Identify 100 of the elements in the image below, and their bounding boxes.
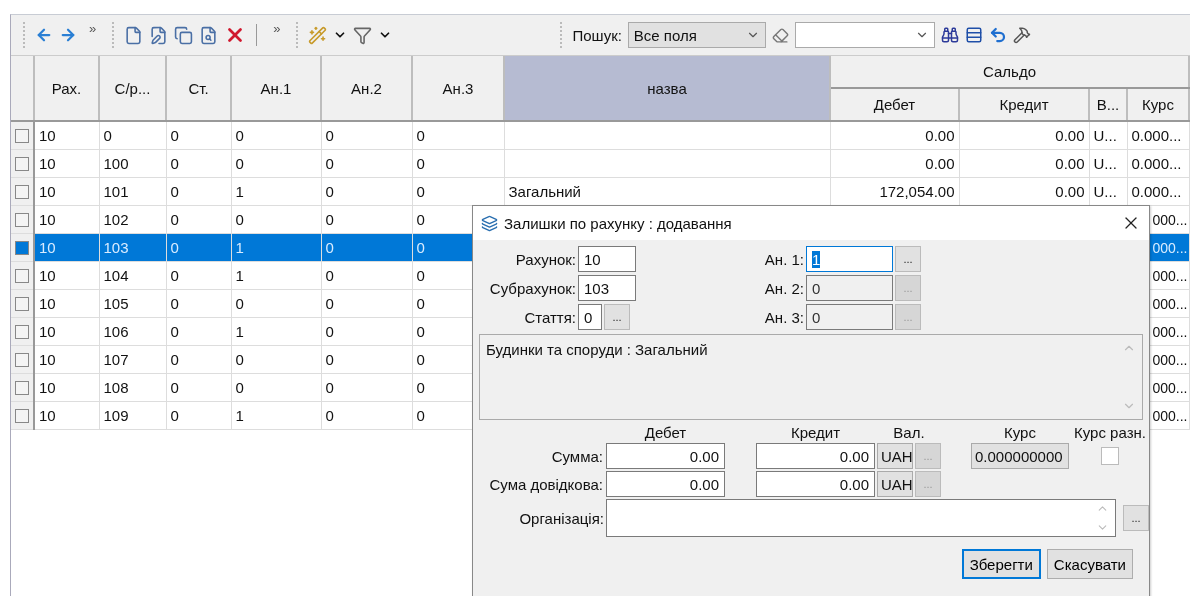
table-cell: 0 bbox=[166, 289, 231, 318]
table-cell: 0 bbox=[412, 121, 504, 150]
field-label: Ан. 2: bbox=[763, 279, 804, 297]
column-group-header: Сальдо bbox=[830, 56, 1189, 88]
currency-field[interactable]: UAH bbox=[877, 471, 913, 497]
lookup-button[interactable]: ... bbox=[1123, 505, 1149, 531]
table-cell: 0 bbox=[231, 121, 321, 150]
row-indicator[interactable] bbox=[15, 352, 29, 367]
toolbar-overflow[interactable]: » bbox=[267, 21, 287, 36]
table-cell: 0 bbox=[231, 149, 321, 178]
column-header[interactable]: Ан.2 bbox=[321, 56, 412, 121]
table-cell: 10 bbox=[34, 261, 99, 290]
table-cell: 0.00 bbox=[959, 177, 1089, 206]
wand-icon[interactable] bbox=[308, 25, 328, 45]
table-cell: 0 bbox=[321, 177, 412, 206]
toolbar-overflow[interactable]: » bbox=[83, 21, 103, 36]
table-cell: 10 bbox=[34, 373, 99, 402]
column-header[interactable]: Рах. bbox=[34, 56, 99, 121]
row-indicator[interactable] bbox=[15, 324, 29, 339]
table-cell: 105 bbox=[99, 289, 166, 318]
row-indicator[interactable] bbox=[15, 184, 29, 199]
list-icon[interactable] bbox=[964, 26, 983, 44]
table-cell: 0 bbox=[166, 401, 231, 430]
search-field[interactable] bbox=[794, 22, 935, 48]
table-cell: 106 bbox=[99, 317, 166, 346]
table-cell: 10 bbox=[34, 205, 99, 234]
table-cell: 10 bbox=[34, 345, 99, 374]
column-header[interactable]: С/р... bbox=[99, 56, 166, 121]
cancel-button[interactable]: Скасувати bbox=[1046, 549, 1133, 579]
column-header[interactable]: Дебет bbox=[830, 88, 959, 121]
table-cell: 0 bbox=[166, 233, 231, 262]
table-cell: 0 bbox=[166, 317, 231, 346]
amount-field[interactable]: 0.00 bbox=[606, 471, 725, 497]
table-cell: 0 bbox=[321, 345, 412, 374]
row-indicator[interactable] bbox=[15, 128, 29, 143]
column-header[interactable]: Кредит bbox=[959, 88, 1089, 121]
table-cell: 103 bbox=[99, 233, 166, 262]
column-label: Дебет bbox=[643, 424, 688, 441]
field-label: Рахунок: bbox=[514, 250, 576, 268]
text-field[interactable]: 103 bbox=[578, 275, 636, 301]
column-label: Вал. bbox=[892, 424, 926, 441]
column-header[interactable]: Ан.1 bbox=[231, 56, 321, 121]
field-label: Ан. 1: bbox=[763, 250, 804, 268]
checkbox[interactable] bbox=[1101, 447, 1119, 465]
table-cell: 0 bbox=[166, 373, 231, 402]
row-indicator[interactable] bbox=[15, 408, 29, 423]
lookup-button[interactable]: ... bbox=[604, 304, 630, 330]
search-scope-dropdown[interactable]: Все поля bbox=[627, 22, 766, 48]
undo-icon[interactable] bbox=[988, 26, 1007, 44]
table-cell: Загальний bbox=[504, 177, 830, 206]
table-cell: 0 bbox=[321, 149, 412, 178]
field-label: Сумма: bbox=[550, 447, 604, 465]
document-search-icon[interactable] bbox=[199, 25, 219, 45]
row-indicator[interactable] bbox=[15, 212, 29, 227]
row-indicator[interactable] bbox=[15, 380, 29, 395]
copy-icon[interactable] bbox=[174, 25, 194, 45]
table-cell: 1 bbox=[231, 401, 321, 430]
column-header[interactable]: Курс bbox=[1127, 88, 1189, 121]
field-label: Організація: bbox=[518, 509, 604, 527]
text-field[interactable]: 10 bbox=[578, 246, 636, 272]
table-cell: 0 bbox=[321, 261, 412, 290]
field-label: Ан. 3: bbox=[763, 308, 804, 326]
forward-arrow-icon[interactable] bbox=[59, 26, 77, 44]
table-cell: 0 bbox=[321, 401, 412, 430]
amount-field[interactable]: 0.00 bbox=[756, 443, 875, 469]
column-label: Курс bbox=[1003, 424, 1037, 441]
amount-field[interactable]: 0.00 bbox=[756, 471, 875, 497]
save-button[interactable]: Зберегти bbox=[961, 549, 1041, 579]
table-cell: 0.000... bbox=[1127, 177, 1189, 206]
row-indicator[interactable] bbox=[15, 156, 29, 171]
amount-field[interactable]: 0.00 bbox=[606, 443, 725, 469]
table-cell: 10 bbox=[34, 289, 99, 318]
lookup-button[interactable]: ... bbox=[895, 246, 921, 272]
column-header[interactable]: Ст. bbox=[166, 56, 231, 121]
table-cell: 100 bbox=[99, 149, 166, 178]
table-cell: 109 bbox=[99, 401, 166, 430]
hammer-icon[interactable] bbox=[1012, 26, 1031, 44]
table-cell: 10 bbox=[34, 149, 99, 178]
filter-icon[interactable] bbox=[353, 25, 373, 45]
text-field[interactable]: 1 bbox=[806, 246, 893, 272]
row-indicator[interactable] bbox=[15, 240, 29, 255]
field-label: Сума довідкова: bbox=[488, 475, 604, 493]
column-header[interactable]: назва bbox=[504, 56, 830, 121]
table-cell: 0 bbox=[166, 205, 231, 234]
currency-field[interactable]: UAH bbox=[877, 443, 913, 469]
column-header[interactable]: Ан.3 bbox=[412, 56, 504, 121]
new-document-icon[interactable] bbox=[124, 25, 144, 45]
rate-field[interactable]: 0.000000000 bbox=[971, 443, 1069, 469]
edit-document-icon[interactable] bbox=[149, 25, 169, 45]
column-label: Кредит bbox=[789, 424, 842, 441]
table-cell: 0 bbox=[412, 177, 504, 206]
row-indicator[interactable] bbox=[15, 296, 29, 311]
row-indicator[interactable] bbox=[15, 268, 29, 283]
table-cell: 10 bbox=[34, 177, 99, 206]
binoculars-icon[interactable] bbox=[940, 26, 959, 44]
table-cell: 108 bbox=[99, 373, 166, 402]
eraser-icon[interactable] bbox=[771, 26, 789, 44]
text-field[interactable]: 0 bbox=[578, 304, 602, 330]
table-cell: 102 bbox=[99, 205, 166, 234]
table-cell: 10 bbox=[34, 233, 99, 262]
